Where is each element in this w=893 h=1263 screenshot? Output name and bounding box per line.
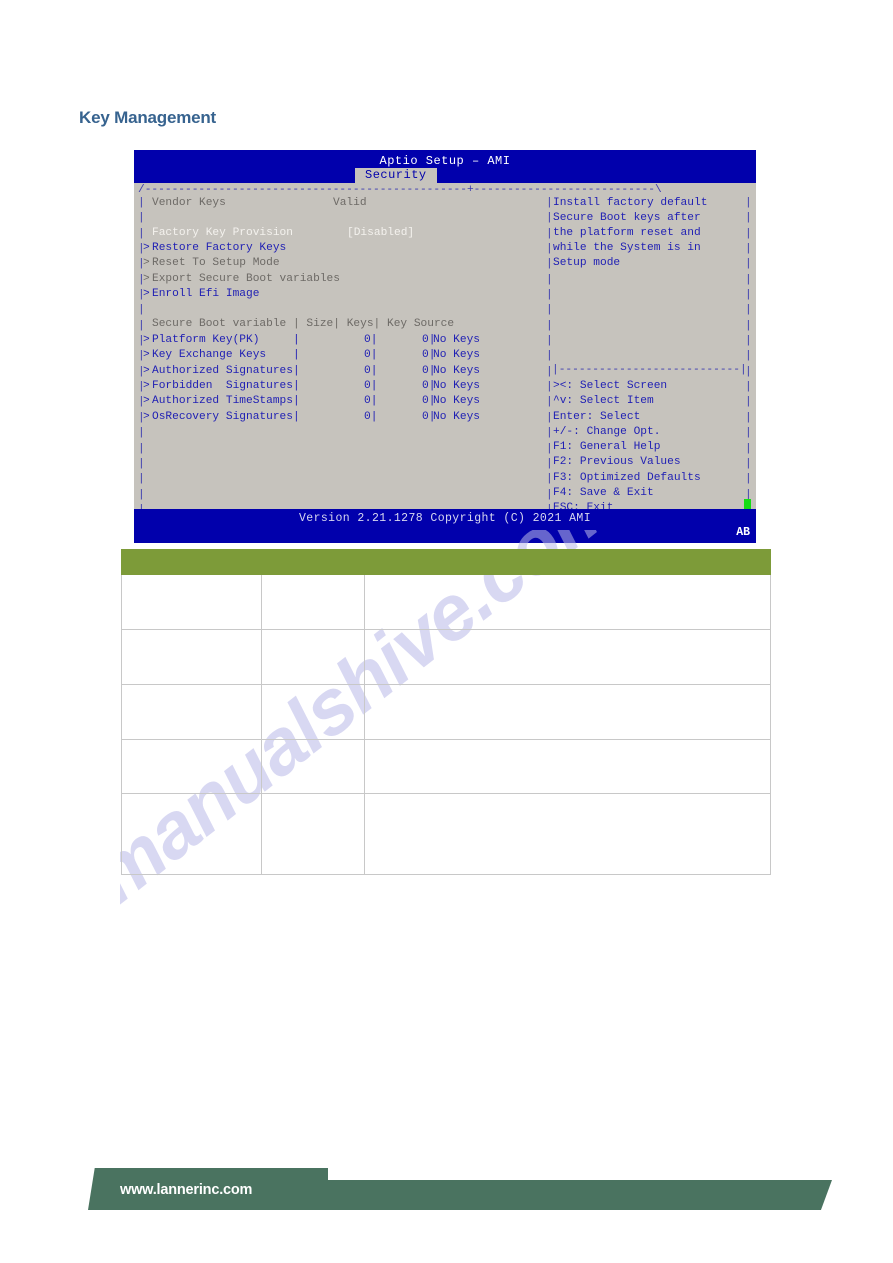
help-line: Install factory default — [553, 197, 708, 209]
menu-item-export-secure-boot-variables[interactable]: Export Secure Boot variables — [152, 272, 340, 287]
secure-boot-row-name[interactable]: Key Exchange Keys | — [152, 348, 300, 363]
keybinding-enter-select: Enter: Select — [553, 411, 641, 423]
menu-item-enroll-efi-image[interactable]: Enroll Efi Image — [152, 287, 259, 302]
table-cell — [121, 629, 262, 685]
table-header-cell-1 — [121, 549, 262, 575]
secure-boot-row-source: No Keys — [433, 349, 480, 361]
help-divider: |---------------------------| — [552, 364, 747, 376]
keybinding-change-opt: +/-: Change Opt. — [553, 426, 661, 438]
table-cell — [364, 793, 771, 875]
secure-boot-row-source: No Keys — [433, 395, 480, 407]
table-row — [121, 739, 771, 794]
table-cell — [261, 629, 365, 685]
keybinding-f4-save-exit: F4: Save & Exit — [553, 487, 654, 499]
table-row — [121, 793, 771, 875]
vendor-keys-value: Valid — [333, 197, 367, 209]
frame-right-pipes: | | | | | | | | | | | | | | | | | | | | … — [745, 197, 752, 516]
secure-boot-row-size: 0| — [364, 395, 378, 407]
bios-setup-screenshot: Aptio Setup – AMI Security /------------… — [134, 150, 756, 543]
secure-boot-table-header: Secure Boot variable | Size| Keys| Key S… — [152, 318, 455, 330]
table-cell — [364, 739, 771, 794]
table-cell — [261, 739, 365, 794]
secure-boot-row-source: No Keys — [433, 380, 480, 392]
bios-title: Aptio Setup – AMI — [379, 154, 511, 168]
bios-corner-label: AB — [736, 526, 750, 539]
secure-boot-row-source: No Keys — [433, 411, 480, 423]
bios-body: /---------------------------------------… — [134, 183, 756, 536]
table-header-cell-2 — [261, 549, 365, 575]
footer-website-link[interactable]: www.lannerinc.com — [120, 1182, 252, 1198]
secure-boot-row-name[interactable]: Authorized Signatures| — [152, 364, 300, 379]
table-row — [121, 574, 771, 630]
secure-boot-row-size: 0| — [364, 380, 378, 392]
help-line: while the System is in — [553, 242, 701, 254]
keybinding-select-item: ^v: Select Item — [553, 395, 654, 407]
secure-boot-row-name[interactable]: OsRecovery Signatures| — [152, 410, 300, 425]
secure-boot-row-source: No Keys — [433, 365, 480, 377]
table-row — [121, 684, 771, 740]
table-cell — [121, 574, 262, 630]
bios-version-text: Version 2.21.1278 Copyright (C) 2021 AMI — [298, 512, 592, 525]
factory-key-provision-label: Factory Key Provision — [152, 227, 293, 239]
table-cell — [121, 739, 262, 794]
secure-boot-row-size: 0| — [364, 334, 378, 346]
secure-boot-row-source: No Keys — [433, 334, 480, 346]
table-cell — [261, 684, 365, 740]
help-line: Secure Boot keys after — [553, 212, 701, 224]
feature-description-table — [121, 549, 771, 875]
table-row — [121, 629, 771, 685]
table-cell — [121, 684, 262, 740]
menu-item-restore-factory-keys[interactable]: Restore Factory Keys — [152, 241, 286, 256]
secure-boot-row-name[interactable]: Platform Key(PK) | — [152, 333, 300, 348]
table-cell — [261, 793, 365, 875]
secure-boot-row-size: 0| — [364, 349, 378, 361]
table-header-cell-3 — [364, 549, 771, 575]
help-line: the platform reset and — [553, 227, 701, 239]
table-cell — [121, 793, 262, 875]
table-cell — [261, 574, 365, 630]
secure-boot-row-size: 0| — [364, 411, 378, 423]
page-title: Key Management — [79, 108, 217, 127]
menu-item-reset-to-setup-mode[interactable]: Reset To Setup Mode — [152, 256, 280, 271]
frame-middle-pipes: | | | | | | | | | | | | | | | | | | | | … — [546, 197, 553, 516]
secure-boot-row-size: 0| — [364, 365, 378, 377]
table-cell — [364, 574, 771, 630]
tab-security[interactable]: Security — [355, 168, 437, 185]
keybinding-f1-general-help: F1: General Help — [553, 441, 661, 453]
bios-status-bar: Version 2.21.1278 Copyright (C) 2021 AMI… — [134, 509, 756, 543]
help-line: Setup mode — [553, 257, 621, 269]
factory-key-provision-value[interactable]: [Disabled] — [347, 226, 414, 241]
table-cell — [364, 684, 771, 740]
table-header-row — [121, 549, 771, 575]
keybinding-f3-optimized-defaults: F3: Optimized Defaults — [553, 472, 701, 484]
keybinding-f2-previous-values: F2: Previous Values — [553, 456, 681, 468]
keybinding-select-screen: ><: Select Screen — [553, 380, 668, 392]
vendor-keys-label: Vendor Keys — [152, 197, 226, 209]
table-cell — [364, 629, 771, 685]
bios-title-bar: Aptio Setup – AMI Security — [134, 150, 756, 185]
secure-boot-row-name[interactable]: Forbidden Signatures| — [152, 379, 300, 394]
secure-boot-row-name[interactable]: Authorized TimeStamps| — [152, 394, 300, 409]
